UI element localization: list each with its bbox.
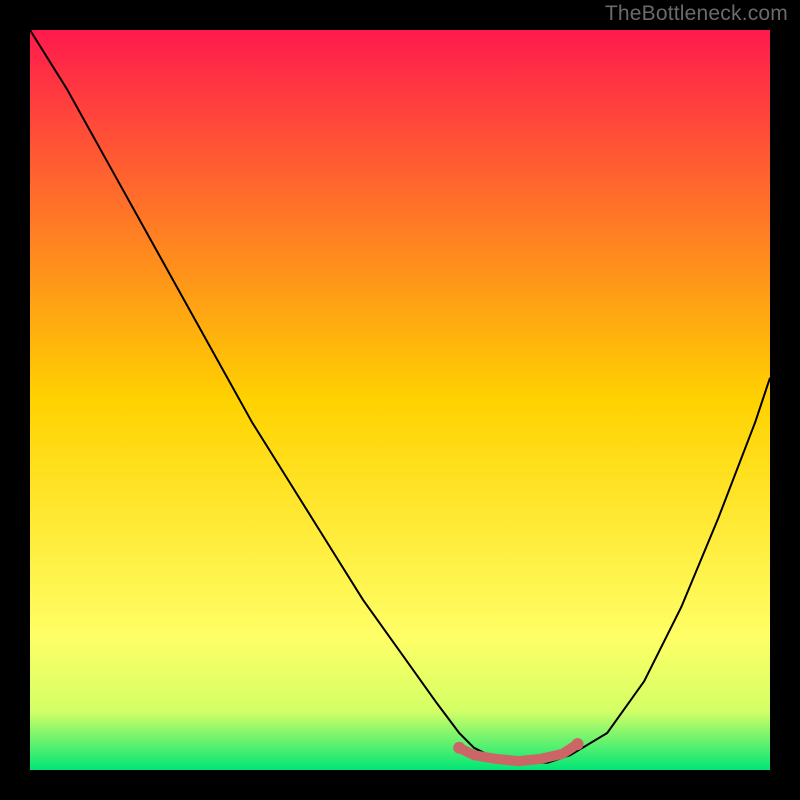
highlight-endpoint [453,742,465,754]
highlight-endpoint [572,738,584,750]
gradient-background [30,30,770,770]
watermark-text: TheBottleneck.com [605,2,788,26]
chart-frame: TheBottleneck.com [0,0,800,800]
plot-area [30,30,770,770]
chart-svg [30,30,770,770]
